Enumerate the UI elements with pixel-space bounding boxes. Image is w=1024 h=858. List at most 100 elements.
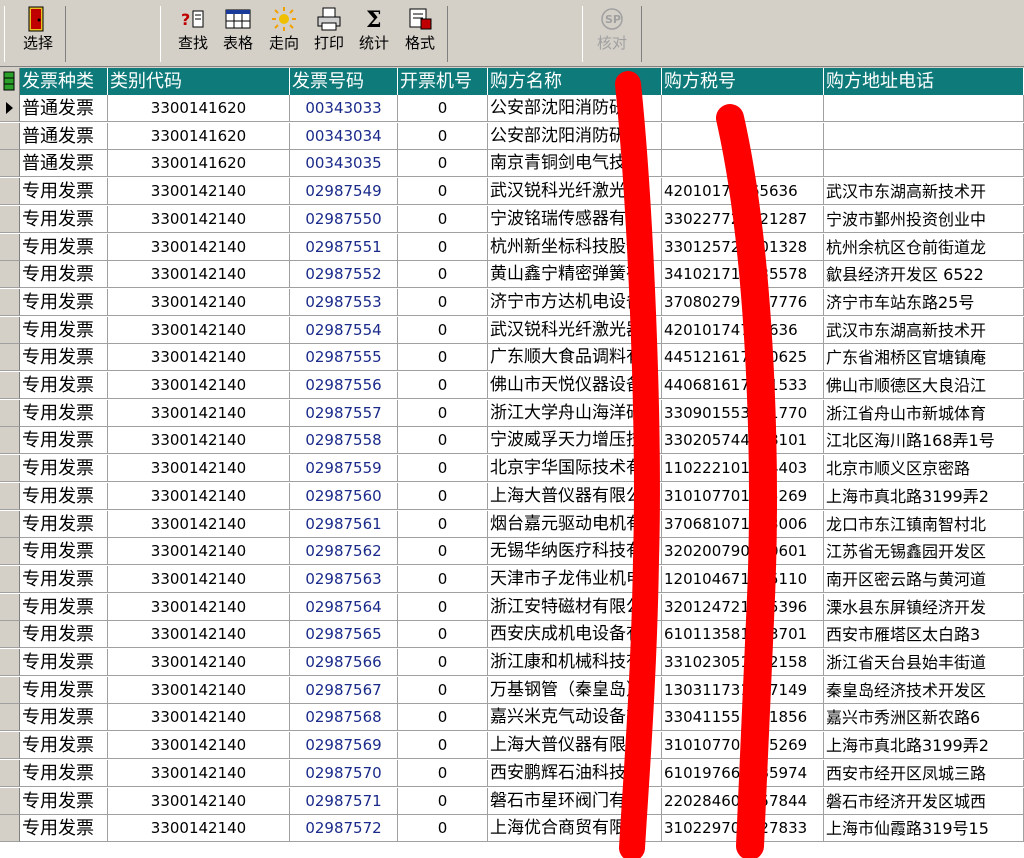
cell-buyer-tax-id[interactable]: 370681071223006	[662, 510, 824, 538]
cell-machine-number[interactable]: 0	[398, 205, 488, 233]
cell-machine-number[interactable]: 0	[398, 316, 488, 344]
cell-category-code[interactable]: 3300142140	[108, 538, 290, 566]
cell-invoice-type[interactable]: 专用发票	[20, 344, 108, 372]
cell-invoice-type[interactable]: 专用发票	[20, 482, 108, 510]
cell-buyer-tax-id[interactable]: 220284601757844	[662, 787, 824, 815]
cell-buyer-address-phone[interactable]: 上海市真北路3199弄2	[824, 732, 1024, 760]
cell-invoice-type[interactable]: 专用发票	[20, 399, 108, 427]
cell-category-code[interactable]: 3300142140	[108, 482, 290, 510]
header-buyer-tax-id[interactable]: 购方税号	[662, 68, 824, 95]
cell-buyer-name[interactable]: 浙江大学舟山海洋研	[488, 399, 662, 427]
cell-buyer-address-phone[interactable]: 广东省湘桥区官塘镇庵	[824, 344, 1024, 372]
cell-buyer-tax-id[interactable]: 310107701335269	[662, 732, 824, 760]
cell-buyer-tax-id[interactable]	[662, 150, 824, 178]
cell-invoice-number[interactable]: 02987555	[290, 344, 398, 372]
cell-buyer-name[interactable]: 宁波威孚天力增压技	[488, 427, 662, 455]
cell-buyer-address-phone[interactable]: 江北区海川路168弄1号	[824, 427, 1024, 455]
cell-invoice-type[interactable]: 专用发票	[20, 372, 108, 399]
cell-category-code[interactable]: 3300141620	[108, 150, 290, 178]
cell-buyer-address-phone[interactable]: 秦皇岛经济技术开发区	[824, 676, 1024, 704]
cell-invoice-type[interactable]: 专用发票	[20, 538, 108, 566]
cell-invoice-number[interactable]: 02987556	[290, 372, 398, 399]
cell-buyer-name[interactable]: 万基钢管（秦皇岛）	[488, 676, 662, 704]
cell-machine-number[interactable]: 0	[398, 344, 488, 372]
cell-buyer-address-phone[interactable]: 南开区密云路与黄河道	[824, 565, 1024, 593]
cell-buyer-address-phone[interactable]: 溧水县东屏镇经济开发	[824, 593, 1024, 621]
cell-buyer-name[interactable]: 黄山鑫宁精密弹簧有	[488, 261, 662, 289]
cell-buyer-tax-id[interactable]: 310107701335269	[662, 482, 824, 510]
cell-buyer-tax-id[interactable]: 330411551161856	[662, 704, 824, 732]
row-indicator[interactable]	[0, 455, 20, 483]
row-indicator[interactable]	[0, 676, 20, 704]
cell-invoice-number[interactable]: 02987567	[290, 676, 398, 704]
cell-buyer-address-phone[interactable]	[824, 95, 1024, 122]
cell-machine-number[interactable]: 0	[398, 150, 488, 178]
cell-category-code[interactable]: 3300141620	[108, 95, 290, 122]
cell-buyer-tax-id[interactable]: 330205744248101	[662, 427, 824, 455]
cell-machine-number[interactable]: 0	[398, 427, 488, 455]
cell-buyer-tax-id[interactable]: 330901553531770	[662, 399, 824, 427]
cell-buyer-name[interactable]: 公安部沈阳消防研究	[488, 122, 662, 150]
row-indicator[interactable]	[0, 205, 20, 233]
cell-invoice-type[interactable]: 专用发票	[20, 649, 108, 676]
cell-category-code[interactable]: 3300142140	[108, 261, 290, 289]
cell-buyer-name[interactable]: 公安部沈阳消防研究	[488, 95, 662, 122]
table-row[interactable]: 专用发票 3300142140 02987553 0 济宁市方达机电设备 37080279…	[0, 288, 1024, 316]
row-indicator[interactable]	[0, 649, 20, 676]
table-row[interactable]: 专用发票 3300142140 02987572 0 上海优合商贸有限公 31022970…	[0, 815, 1024, 843]
cell-category-code[interactable]: 3300142140	[108, 649, 290, 676]
row-indicator[interactable]	[0, 704, 20, 732]
table-row[interactable]: 普通发票 3300141620 00343035 0 南京青铜剑电气技术	[0, 150, 1024, 178]
cell-buyer-address-phone[interactable]: 嘉兴市秀洲区新农路6	[824, 704, 1024, 732]
cell-invoice-type[interactable]: 专用发票	[20, 427, 108, 455]
table-row[interactable]: 专用发票 3300142140 02987571 0 磐石市星环阀门有限 22028460…	[0, 787, 1024, 815]
cell-machine-number[interactable]: 0	[398, 95, 488, 122]
format-button[interactable]: 格式	[400, 6, 440, 60]
row-indicator[interactable]	[0, 538, 20, 566]
cell-buyer-address-phone[interactable]: 济宁市车站东路25号	[824, 288, 1024, 316]
cell-invoice-number[interactable]: 02987562	[290, 538, 398, 566]
cell-category-code[interactable]: 3300142140	[108, 455, 290, 483]
cell-machine-number[interactable]: 0	[398, 510, 488, 538]
direction-button[interactable]: 走向	[264, 6, 304, 60]
table-row[interactable]: 专用发票 3300142140 02987550 0 宁波铭瑞传感器有限 33022772…	[0, 205, 1024, 233]
cell-buyer-tax-id[interactable]: 330227721521287	[662, 205, 824, 233]
cell-buyer-name[interactable]: 嘉兴米克气动设备有	[488, 704, 662, 732]
cell-invoice-type[interactable]: 专用发票	[20, 704, 108, 732]
row-indicator[interactable]	[0, 593, 20, 621]
cell-machine-number[interactable]: 0	[398, 122, 488, 150]
row-indicator[interactable]	[0, 565, 20, 593]
cell-invoice-number[interactable]: 02987554	[290, 316, 398, 344]
cell-machine-number[interactable]: 0	[398, 261, 488, 289]
cell-invoice-number[interactable]: 02987560	[290, 482, 398, 510]
cell-invoice-number[interactable]: 02987563	[290, 565, 398, 593]
cell-invoice-type[interactable]: 普通发票	[20, 95, 108, 122]
cell-buyer-name[interactable]: 上海优合商贸有限公	[488, 815, 662, 843]
find-button[interactable]: ? 查找	[173, 6, 213, 60]
cell-buyer-address-phone[interactable]: 上海市真北路3199弄2	[824, 482, 1024, 510]
cell-buyer-tax-id[interactable]: 330125720001328	[662, 233, 824, 261]
table-row[interactable]: 专用发票 3300142140 02987560 0 上海大普仪器有限公 31010770…	[0, 482, 1024, 510]
cell-buyer-address-phone[interactable]: 歙县经济开发区 6522	[824, 261, 1024, 289]
cell-buyer-tax-id[interactable]: 120104671125110	[662, 565, 824, 593]
row-indicator[interactable]	[0, 233, 20, 261]
cell-buyer-tax-id[interactable]: 42010174765636	[662, 316, 824, 344]
cell-invoice-type[interactable]: 专用发票	[20, 621, 108, 649]
cell-invoice-type[interactable]: 专用发票	[20, 316, 108, 344]
header-machine-number[interactable]: 开票机号	[398, 68, 488, 95]
cell-machine-number[interactable]: 0	[398, 732, 488, 760]
cell-category-code[interactable]: 3300142140	[108, 316, 290, 344]
cell-buyer-tax-id[interactable]: 320124721885396	[662, 593, 824, 621]
cell-invoice-number[interactable]: 02987571	[290, 787, 398, 815]
cell-invoice-type[interactable]: 专用发票	[20, 565, 108, 593]
row-indicator[interactable]	[0, 759, 20, 787]
cell-buyer-name[interactable]: 武汉锐科光纤激光器	[488, 178, 662, 206]
cell-buyer-tax-id[interactable]: 42010174765636	[662, 178, 824, 206]
cell-invoice-number[interactable]: 00343033	[290, 95, 398, 122]
row-indicator[interactable]	[0, 621, 20, 649]
cell-invoice-number[interactable]: 02987564	[290, 593, 398, 621]
cell-category-code[interactable]: 3300142140	[108, 288, 290, 316]
table-row[interactable]: 专用发票 3300142140 02987554 0 武汉锐科光纤激光器 42010174…	[0, 316, 1024, 344]
cell-category-code[interactable]: 3300142140	[108, 815, 290, 843]
cell-buyer-name[interactable]: 天津市子龙伟业机电	[488, 565, 662, 593]
